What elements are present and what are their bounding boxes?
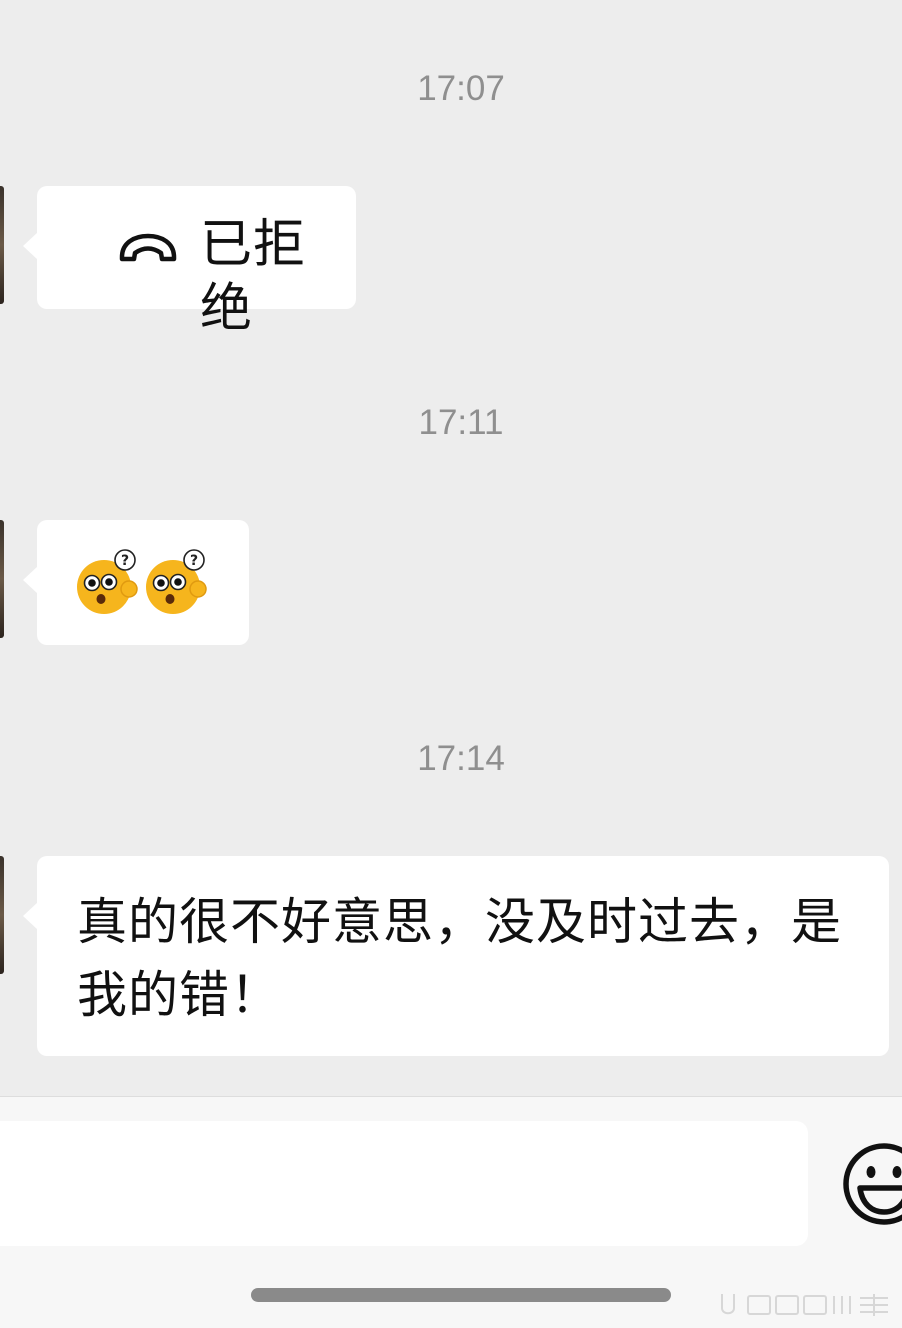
- puzzled-face-icon: ?: [77, 549, 138, 614]
- sender-avatar[interactable]: [0, 186, 4, 304]
- call-record-bubble[interactable]: 已拒绝: [23, 186, 356, 339]
- svg-text:?: ?: [121, 553, 129, 569]
- message-timestamp: 17:07: [417, 69, 505, 108]
- message-timestamp: 17:11: [418, 403, 504, 442]
- sender-avatar[interactable]: [0, 856, 4, 974]
- phone-hangup-icon: [119, 233, 177, 262]
- sender-avatar[interactable]: [0, 520, 4, 638]
- message-timestamp: 17:14: [417, 739, 505, 778]
- text-message-bubble[interactable]: 真的很不好意思，没及时过去，是我的错！: [23, 856, 889, 1056]
- call-status-text: 已拒绝: [200, 215, 307, 339]
- svg-text:?: ?: [190, 553, 198, 569]
- puzzled-face-icon: ?: [146, 549, 207, 614]
- message-text: 真的很不好意思，没及时过去，是我的错！: [77, 893, 842, 1024]
- watermark-logo: [721, 1294, 888, 1316]
- smiley-icon[interactable]: [840, 1142, 902, 1226]
- message-input[interactable]: [0, 1121, 808, 1246]
- home-indicator[interactable]: [251, 1288, 671, 1302]
- emoji-message-bubble[interactable]: ? ?: [23, 520, 249, 645]
